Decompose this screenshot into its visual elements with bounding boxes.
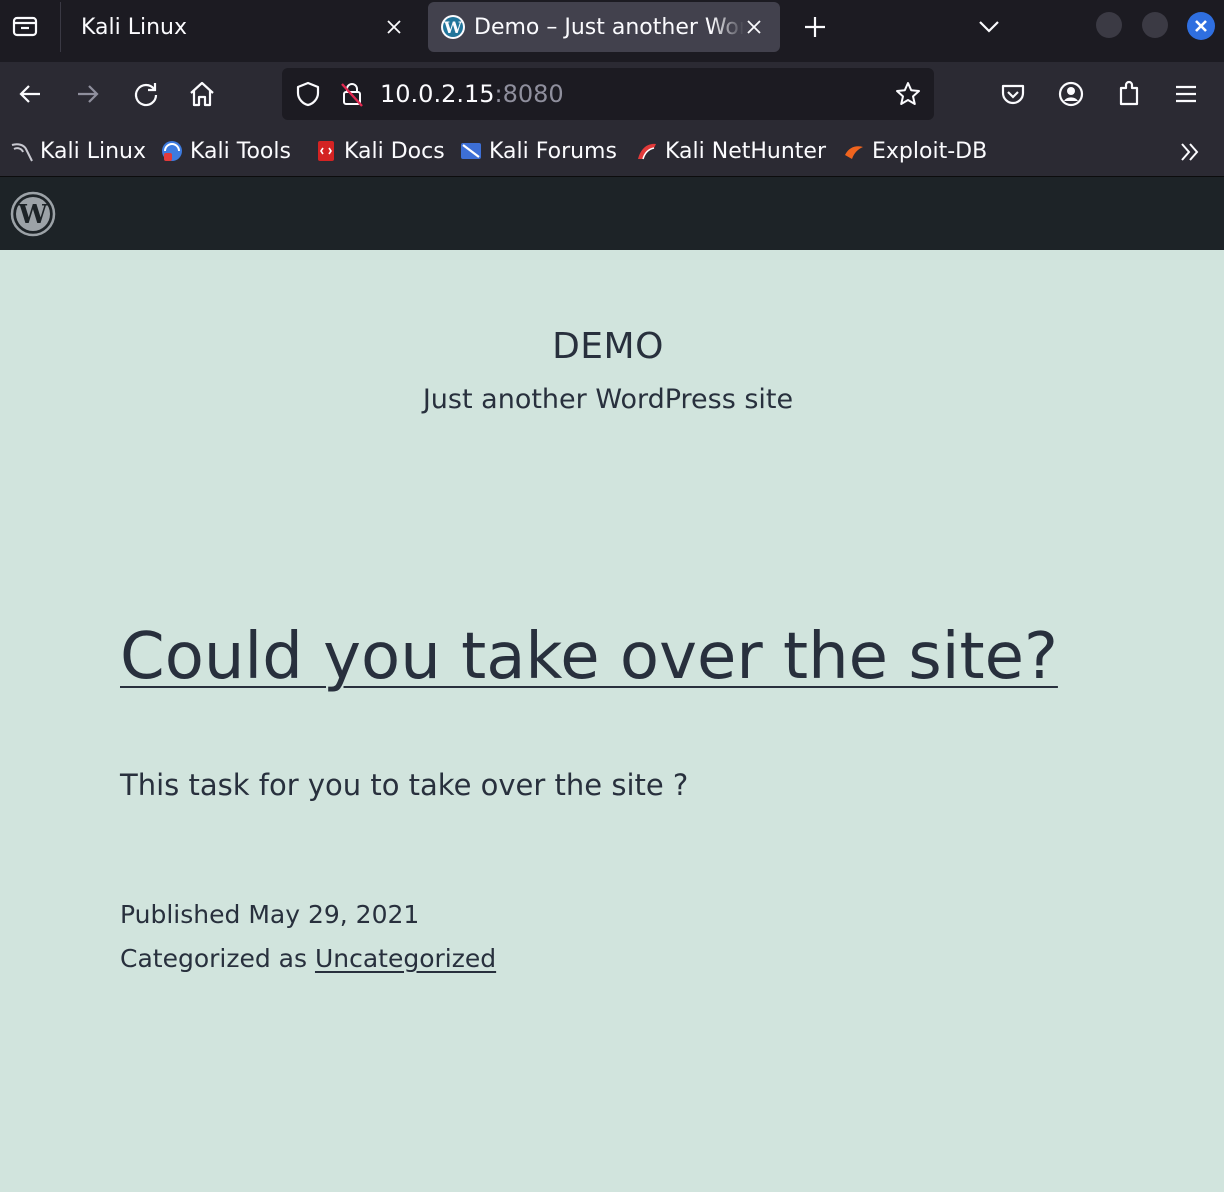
insecure-lock-icon[interactable] xyxy=(338,80,366,108)
kali-tools-icon xyxy=(162,141,182,161)
tab-kali-linux[interactable]: Kali Linux xyxy=(60,2,420,52)
kali-forums-icon xyxy=(461,143,481,159)
tab-demo-wordpress[interactable]: W Demo – Just another WordPress site xyxy=(428,2,780,52)
wordpress-logo-icon[interactable]: W xyxy=(10,191,56,237)
category-link[interactable]: Uncategorized xyxy=(315,944,496,973)
reload-icon[interactable] xyxy=(130,78,162,110)
bookmark-kali-docs[interactable]: Kali Docs xyxy=(314,136,445,166)
bookmark-exploit-db[interactable]: Exploit-DB xyxy=(842,136,987,166)
home-icon[interactable] xyxy=(186,78,218,110)
chevron-double-right-icon[interactable] xyxy=(1176,138,1204,166)
tab-strip: Kali Linux W Demo – Just another WordPre… xyxy=(0,0,1224,62)
svg-text:W: W xyxy=(17,200,48,230)
bookmark-label: Kali Tools xyxy=(190,138,291,164)
url-text[interactable]: 10.0.2.15:8080 xyxy=(380,80,564,108)
post-content: This task for you to take over the site … xyxy=(120,768,689,802)
close-window-button[interactable] xyxy=(1187,12,1215,40)
bookmark-kali-nethunter[interactable]: Kali NetHunter xyxy=(635,136,826,166)
site-title[interactable]: DEMO xyxy=(0,326,1216,367)
post-title-link[interactable]: Could you take over the site? xyxy=(120,620,1100,694)
bookmark-label: Kali NetHunter xyxy=(665,138,826,164)
exploit-db-icon xyxy=(845,146,863,159)
account-icon[interactable] xyxy=(1055,78,1087,110)
maximize-button[interactable] xyxy=(1142,12,1168,38)
svg-text:W: W xyxy=(443,18,463,37)
bookmark-kali-forums[interactable]: Kali Forums xyxy=(459,136,617,166)
site-description: Just another WordPress site xyxy=(422,384,794,415)
wp-admin-bar: W xyxy=(0,177,1224,250)
navigation-toolbar: 10.0.2.15:8080 xyxy=(0,62,1224,126)
minimize-button[interactable] xyxy=(1096,12,1122,38)
published-prefix: Published xyxy=(120,900,241,929)
forward-arrow-icon[interactable] xyxy=(72,78,104,110)
category-prefix: Categorized as xyxy=(120,944,308,973)
wordpress-favicon-icon: W xyxy=(441,15,465,39)
bookmark-kali-linux[interactable]: Kali Linux xyxy=(10,136,146,166)
hamburger-menu-icon[interactable] xyxy=(1170,78,1202,110)
extensions-icon[interactable] xyxy=(1113,78,1145,110)
post-category-meta: Categorized as Uncategorized xyxy=(120,944,496,973)
close-tab-icon[interactable] xyxy=(382,15,406,39)
bookmark-label: Kali Docs xyxy=(344,138,445,164)
star-bookmark-icon[interactable] xyxy=(894,80,922,108)
tracking-shield-icon[interactable] xyxy=(294,80,322,108)
published-date: May 29, 2021 xyxy=(248,900,420,929)
kali-docs-icon xyxy=(318,141,334,161)
kali-nethunter-icon xyxy=(638,143,656,160)
bookmark-label: Kali Forums xyxy=(489,138,617,164)
pocket-icon[interactable] xyxy=(997,78,1029,110)
bookmark-label: Exploit-DB xyxy=(872,138,988,164)
close-icon xyxy=(1195,20,1207,32)
kali-dragon-icon xyxy=(11,143,33,162)
firefox-view-button[interactable] xyxy=(0,0,50,52)
url-port: :8080 xyxy=(494,80,564,108)
back-arrow-icon[interactable] xyxy=(14,78,46,110)
new-tab-icon[interactable] xyxy=(800,12,830,42)
close-tab-icon[interactable] xyxy=(742,15,766,39)
bookmark-label: Kali Linux xyxy=(40,138,147,164)
url-bar[interactable]: 10.0.2.15:8080 xyxy=(282,68,934,120)
tab-label: Demo – Just another WordPress site xyxy=(474,14,744,40)
post-published-meta: Published May 29, 2021 xyxy=(120,900,419,929)
bookmark-kali-tools[interactable]: Kali Tools xyxy=(160,136,291,166)
tab-label: Kali Linux xyxy=(81,14,188,40)
url-host: 10.0.2.15 xyxy=(380,80,495,108)
bookmarks-toolbar: Kali Linux Kali Tools Kali Docs Kali For… xyxy=(0,126,1224,177)
firefox-view-icon xyxy=(12,16,38,37)
chevron-down-icon[interactable] xyxy=(975,12,1003,40)
